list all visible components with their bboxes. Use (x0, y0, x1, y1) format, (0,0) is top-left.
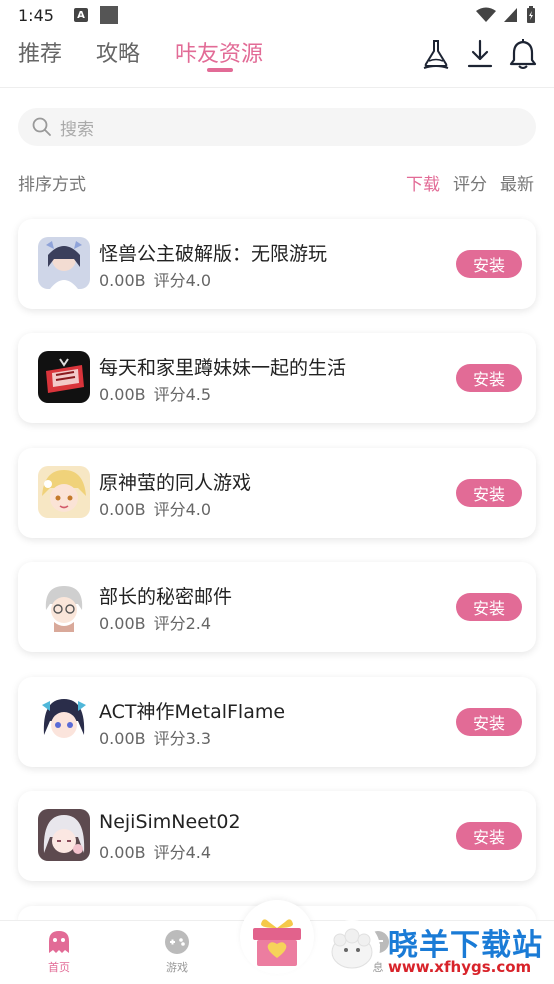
app-title: ACT神作MetalFlame (99, 701, 286, 723)
app-card[interactable]: 原神萤的同人游戏 0.00B 评分4.0 安装 (18, 448, 536, 538)
install-button[interactable]: 安装 (456, 593, 522, 621)
app-title: 部长的秘密邮件 (99, 586, 233, 608)
app-title: 每天和家里蹲妹妹一起的生活 (99, 357, 347, 379)
app-card[interactable]: NejiSimNeet02 0.00B 评分4.4 安装 (18, 791, 536, 881)
app-thumbnail (38, 809, 90, 861)
app-card[interactable]: 每天和家里蹲妹妹一起的生活 0.00B 评分4.5 安装 (18, 333, 536, 423)
status-right (476, 6, 536, 24)
app-size: 0.00B (99, 385, 146, 404)
sort-option-newest[interactable]: 最新 (500, 170, 534, 195)
app-thumbnail (38, 351, 90, 403)
status-bar: 1:45 A (0, 0, 554, 30)
accessibility-notification-icon: A (73, 8, 88, 22)
app-rating: 评分4.4 (153, 843, 212, 862)
flask-icon[interactable] (421, 38, 451, 70)
install-button[interactable]: 安装 (456, 250, 522, 278)
signal-icon (504, 8, 517, 22)
wifi-icon (476, 7, 496, 22)
app-size: 0.00B (99, 729, 146, 748)
nav-home[interactable]: 首页 (29, 929, 89, 981)
install-button[interactable]: 安装 (456, 364, 522, 392)
app-meta: 0.00B 评分2.4 (99, 610, 211, 634)
app-title: 原神萤的同人游戏 (99, 472, 252, 494)
search-icon (32, 117, 51, 136)
app-thumbnail (38, 580, 90, 632)
nav-games-label: 游戏 (166, 961, 188, 974)
install-button[interactable]: 安装 (456, 479, 522, 507)
app-rating: 评分3.3 (153, 729, 212, 748)
notification-square-icon (99, 6, 118, 24)
app-meta: 0.00B 评分4.0 (99, 267, 211, 291)
app-meta: 0.00B 评分4.4 (99, 839, 211, 863)
app-size: 0.00B (99, 271, 146, 290)
app-rating: 评分4.0 (153, 500, 212, 519)
gift-icon (253, 919, 301, 966)
search-input[interactable]: 搜索 (18, 108, 536, 146)
app-title: 怪兽公主破解版：无限游玩 (99, 243, 328, 265)
app-rating: 评分4.0 (153, 271, 212, 290)
app-meta: 0.00B 评分4.0 (99, 496, 211, 520)
ghost-icon (49, 931, 69, 953)
app-thumbnail (38, 237, 90, 289)
app-title: NejiSimNeet02 (99, 811, 241, 833)
app-card[interactable]: ACT神作MetalFlame 0.00B 评分3.3 安装 (18, 677, 536, 767)
sort-row: 排序方式 下载 评分 最新 (18, 170, 536, 195)
top-tab-bar: 推荐 攻略 咔友资源 (0, 30, 554, 88)
sheep-logo-icon (324, 920, 380, 976)
app-size: 0.00B (99, 843, 146, 862)
tab-resources[interactable]: 咔友资源 (175, 36, 263, 68)
sort-label: 排序方式 (18, 175, 86, 195)
sort-option-rating[interactable]: 评分 (453, 170, 487, 195)
app-thumbnail (38, 695, 90, 747)
app-meta: 0.00B 评分4.5 (99, 381, 211, 405)
app-size: 0.00B (99, 614, 146, 633)
app-card[interactable]: 怪兽公主破解版：无限游玩 0.00B 评分4.0 安装 (18, 219, 536, 309)
bell-icon[interactable] (508, 38, 538, 70)
app-rating: 评分2.4 (153, 614, 212, 633)
app-thumbnail (38, 466, 90, 518)
watermark-url: www.xfhygs.com (388, 958, 532, 976)
install-button[interactable]: 安装 (456, 708, 522, 736)
app-rating: 评分4.5 (153, 385, 212, 404)
tab-guides[interactable]: 攻略 (96, 36, 140, 68)
nav-center-button[interactable] (240, 900, 314, 974)
status-time: 1:45 (18, 5, 54, 25)
app-meta: 0.00B 评分3.3 (99, 725, 211, 749)
app-card[interactable]: 部长的秘密邮件 0.00B 评分2.4 安装 (18, 562, 536, 652)
watermark: 晓羊下载站 www.xfhygs.com (322, 912, 554, 984)
gamepad-icon (165, 930, 189, 954)
search-placeholder: 搜索 (60, 119, 94, 140)
download-icon[interactable] (465, 38, 495, 70)
tab-active-indicator (207, 68, 233, 72)
nav-home-label: 首页 (48, 961, 70, 974)
install-button[interactable]: 安装 (456, 822, 522, 850)
tab-recommend[interactable]: 推荐 (18, 36, 62, 68)
battery-icon (527, 6, 535, 23)
sort-option-downloads[interactable]: 下载 (406, 170, 440, 195)
nav-games[interactable]: 游戏 (147, 929, 207, 981)
app-size: 0.00B (99, 500, 146, 519)
